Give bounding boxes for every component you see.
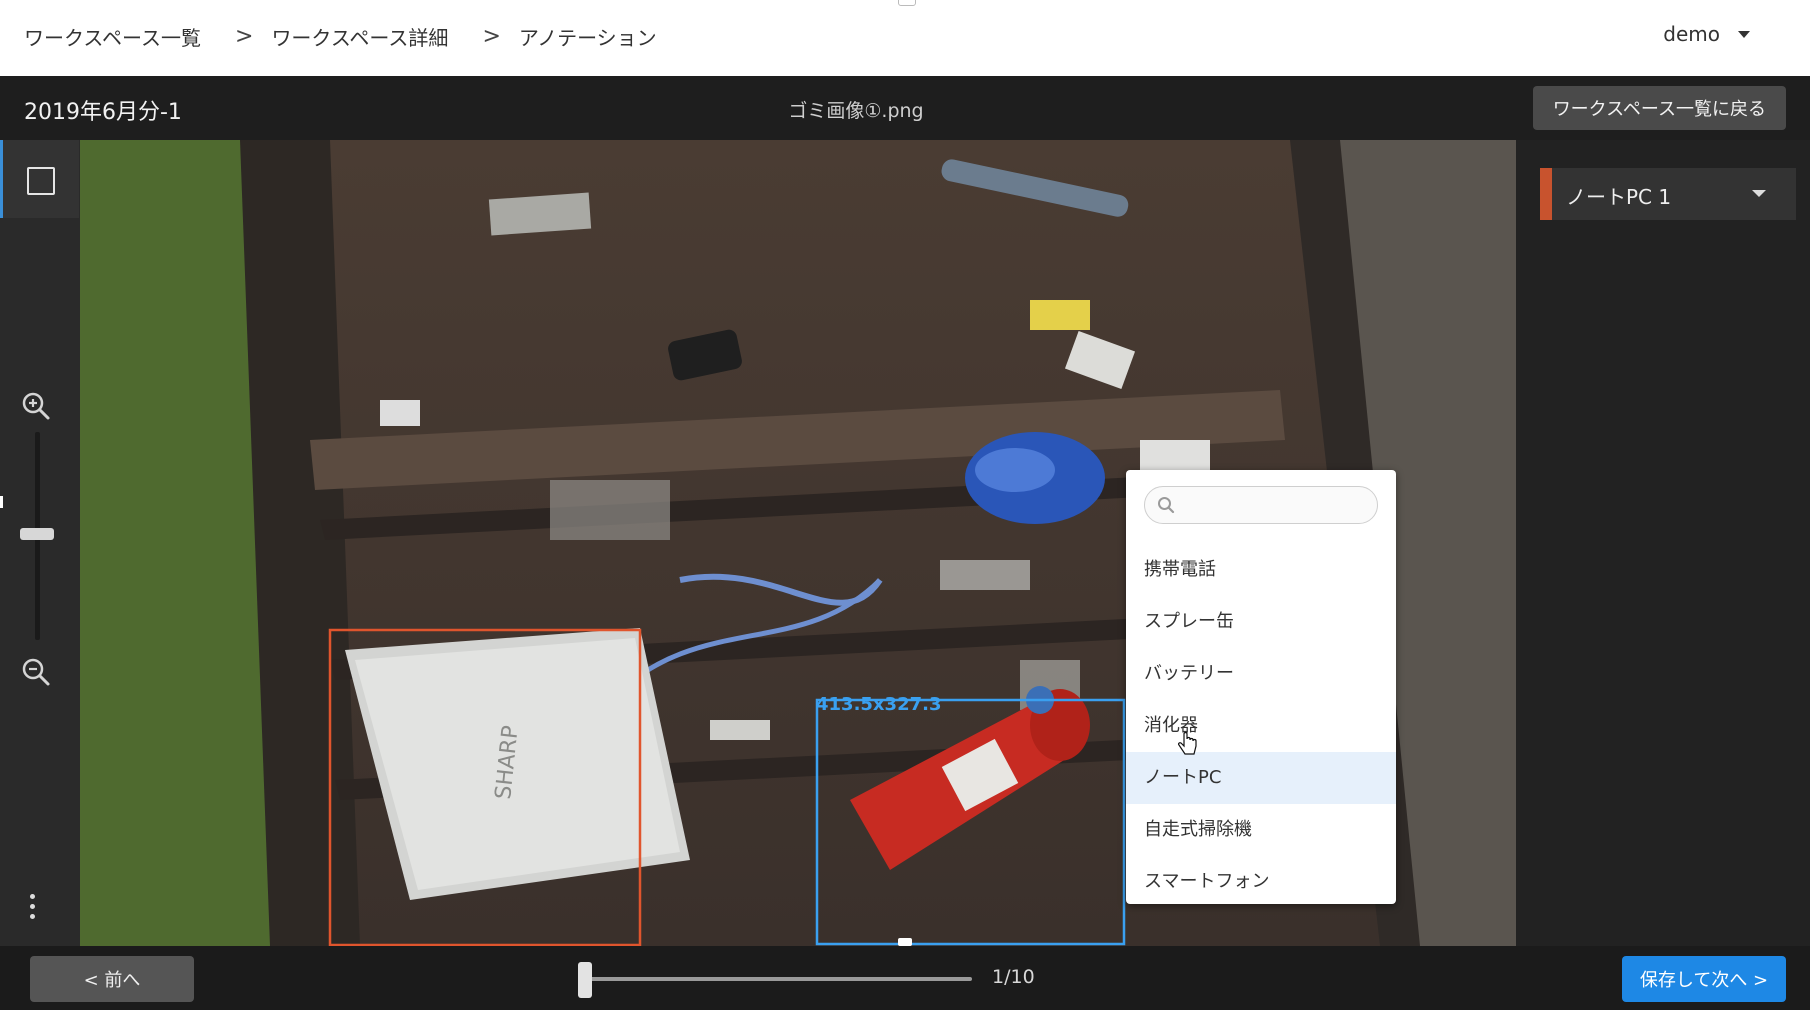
window-resize-handle[interactable] bbox=[898, 938, 912, 946]
more-vertical-icon[interactable] bbox=[30, 894, 36, 924]
label-option-robot-vacuum[interactable]: 自走式掃除機 bbox=[1126, 804, 1396, 856]
rectangle-tool-button[interactable] bbox=[0, 140, 79, 218]
zoom-out-icon[interactable] bbox=[20, 656, 52, 692]
tool-sidebar bbox=[0, 140, 80, 946]
label-option-mobile-phone[interactable]: 携帯電話 bbox=[1126, 544, 1396, 596]
breadcrumb-separator: > bbox=[482, 24, 501, 49]
breadcrumb-workspace-list[interactable]: ワークスペース一覧 bbox=[24, 22, 201, 51]
breadcrumb-bar: ワークスペース一覧 > ワークスペース詳細 > アノテーション demo bbox=[0, 0, 1810, 76]
zoom-slider-thumb[interactable] bbox=[20, 528, 54, 540]
caret-down-icon bbox=[1752, 190, 1766, 197]
label-option-spray-can[interactable]: スプレー缶 bbox=[1126, 596, 1396, 648]
label-search-input[interactable] bbox=[1181, 493, 1365, 519]
user-name: demo bbox=[1663, 22, 1720, 46]
image-progress-track[interactable] bbox=[582, 977, 972, 981]
label-selector[interactable]: ノートPC 1 bbox=[1540, 168, 1796, 220]
breadcrumb-workspace-detail[interactable]: ワークスペース詳細 bbox=[271, 22, 448, 51]
label-search-field[interactable] bbox=[1144, 486, 1378, 524]
breadcrumb-separator: > bbox=[235, 24, 254, 49]
image-progress-thumb[interactable] bbox=[578, 962, 592, 998]
search-icon bbox=[1158, 497, 1175, 514]
label-dropdown: 携帯電話 スプレー缶 バッテリー 消化器 ノートPC 自走式掃除機 スマートフォ… bbox=[1126, 470, 1396, 904]
annotation-header: 2019年6月分-1 ゴミ画像①.png ワークスペース一覧に戻る bbox=[0, 76, 1810, 140]
label-panel: ノートPC 1 bbox=[1516, 140, 1810, 946]
previous-image-button[interactable]: < 前へ bbox=[30, 956, 194, 1002]
label-option-smartphone[interactable]: スマートフォン bbox=[1126, 856, 1396, 908]
hand-pointer-icon bbox=[1176, 731, 1198, 762]
window-resize-handle[interactable] bbox=[898, 0, 916, 6]
page-counter: 1/10 bbox=[992, 966, 1035, 988]
annotation-size-label: 413.5x327.3 bbox=[816, 694, 942, 715]
edge-marker bbox=[0, 496, 3, 508]
zoom-in-icon[interactable] bbox=[20, 390, 52, 426]
label-option-battery[interactable]: バッテリー bbox=[1126, 648, 1396, 700]
breadcrumb-annotation: アノテーション bbox=[518, 26, 657, 50]
selected-label-text: ノートPC 1 bbox=[1566, 185, 1672, 209]
save-and-next-button[interactable]: 保存して次へ > bbox=[1622, 956, 1786, 1002]
back-to-workspace-list-button[interactable]: ワークスペース一覧に戻る bbox=[1532, 86, 1786, 130]
navigation-footer: < 前へ 1/10 保存して次へ > bbox=[0, 938, 1810, 1010]
file-name: ゴミ画像①.png bbox=[788, 100, 924, 122]
user-menu[interactable]: demo bbox=[1663, 22, 1750, 46]
label-option-laptop[interactable]: ノートPC bbox=[1126, 752, 1396, 804]
label-option-list: 携帯電話 スプレー缶 バッテリー 消化器 ノートPC 自走式掃除機 スマートフォ… bbox=[1126, 544, 1396, 908]
caret-down-icon bbox=[1738, 30, 1750, 38]
breadcrumb: ワークスペース一覧 > ワークスペース詳細 > アノテーション bbox=[24, 22, 657, 51]
label-option-fire-extinguisher[interactable]: 消化器 bbox=[1126, 700, 1396, 752]
square-icon bbox=[27, 167, 55, 195]
